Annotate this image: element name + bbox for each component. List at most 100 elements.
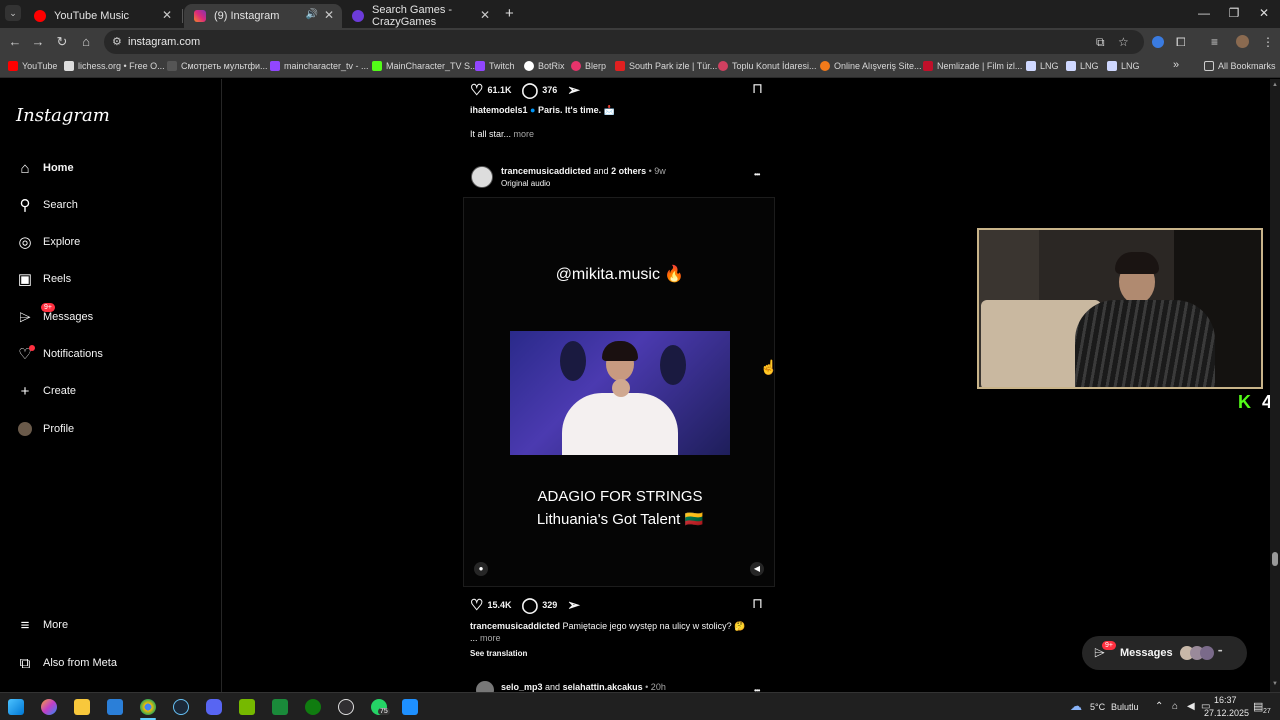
- bookmark-item[interactable]: South Park izle | Tür...: [615, 61, 717, 71]
- file-explorer-icon[interactable]: [74, 699, 90, 715]
- sidebar-item-create[interactable]: + Create: [16, 382, 76, 400]
- close-tab-icon[interactable]: ✕: [162, 8, 172, 22]
- sidebar-item-search[interactable]: ⚲ Search: [16, 196, 78, 214]
- sidebar-item-profile[interactable]: Profile: [16, 420, 74, 438]
- clock-time[interactable]: 16:37: [1214, 695, 1237, 705]
- more-link[interactable]: more: [514, 129, 535, 139]
- bookmark-item[interactable]: Toplu Konut İdaresi...: [718, 61, 817, 71]
- tab-crazygames[interactable]: Search Games - CrazyGames ✕: [342, 4, 498, 28]
- reload-icon[interactable]: ↻: [54, 34, 70, 50]
- comment-icon[interactable]: ◯: [521, 596, 538, 614]
- home-browser-icon[interactable]: ⌂: [78, 34, 94, 49]
- post-username[interactable]: ihatemodels1: [470, 105, 528, 115]
- tab-instagram[interactable]: (9) Instagram 🔊 ✕: [184, 4, 342, 28]
- reel-video[interactable]: @mikita.music 🔥 ADAGIO FOR STRINGS Lithu…: [463, 197, 775, 587]
- bookmark-item[interactable]: Nemlizade | Film izl...: [923, 61, 1022, 71]
- tagged-users-icon[interactable]: ●: [474, 562, 488, 576]
- bookmarks-overflow-icon[interactable]: »: [1173, 59, 1179, 71]
- steam-icon[interactable]: [173, 699, 189, 715]
- bookmark-item[interactable]: BotRix: [524, 61, 565, 71]
- restore-icon[interactable]: ❐: [1224, 6, 1244, 20]
- like-icon[interactable]: ♡: [470, 81, 483, 99]
- minimize-icon[interactable]: —: [1194, 6, 1214, 20]
- tab-search-button[interactable]: ⌄: [5, 5, 21, 21]
- bookmark-item[interactable]: Смотреть мультфи...: [167, 61, 268, 71]
- sidebar-item-home[interactable]: ⌂ Home: [16, 159, 73, 177]
- network-app-icon[interactable]: [402, 699, 418, 715]
- bookmark-item[interactable]: maincharacter_tv - ...: [270, 61, 369, 71]
- sidebar-item-notifications[interactable]: ♡ Notifications: [16, 345, 103, 363]
- sidebar-item-messages[interactable]: ⌲ 9+ Messages: [16, 303, 93, 326]
- messages-pill[interactable]: ⌲ 9+ Messages •••: [1082, 636, 1247, 670]
- bookmark-item[interactable]: LNG: [1066, 61, 1099, 71]
- save-icon[interactable]: ⊓: [752, 80, 763, 97]
- back-icon[interactable]: ←: [7, 34, 23, 49]
- more-link[interactable]: more: [480, 633, 501, 643]
- share-icon[interactable]: ➢: [567, 596, 580, 614]
- bookmark-item[interactable]: LNG: [1026, 61, 1059, 71]
- clock-date[interactable]: 27.12.2025: [1204, 708, 1249, 718]
- weather-text[interactable]: Bulutlu: [1111, 702, 1139, 712]
- close-window-icon[interactable]: ✕: [1254, 6, 1274, 20]
- bookmark-item[interactable]: Twitch: [475, 61, 515, 71]
- extension-icon[interactable]: [1152, 36, 1164, 48]
- windows-start-icon[interactable]: [8, 699, 24, 715]
- bookmark-item[interactable]: MainCharacter_TV S...: [372, 61, 478, 71]
- volume-icon[interactable]: ◀: [750, 562, 764, 576]
- profile-avatar[interactable]: [1236, 35, 1249, 48]
- obs-icon[interactable]: [338, 699, 354, 715]
- network-icon[interactable]: ⌂: [1172, 701, 1178, 712]
- save-icon[interactable]: ⊓: [752, 595, 763, 612]
- comment-icon[interactable]: ◯: [521, 81, 538, 99]
- share-icon[interactable]: ➢: [567, 81, 580, 99]
- bookmark-star-icon[interactable]: ☆: [1118, 35, 1129, 49]
- like-icon[interactable]: ♡: [470, 596, 483, 614]
- app-green-icon[interactable]: [272, 699, 288, 715]
- bookmark-item[interactable]: Online Alışveriş Site...: [820, 61, 922, 71]
- coauthors-link[interactable]: 2 others: [611, 166, 646, 176]
- audio-label[interactable]: Original audio: [501, 179, 550, 188]
- sidebar-item-reels[interactable]: ▣ Reels: [16, 270, 71, 288]
- see-translation-link[interactable]: See translation: [470, 649, 527, 658]
- install-app-icon[interactable]: ⧉: [1096, 35, 1105, 50]
- post-author[interactable]: selo_mp3: [501, 682, 543, 692]
- tray-chevron-icon[interactable]: ⌃: [1155, 701, 1163, 712]
- extensions-puzzle-icon[interactable]: ⧠: [1176, 35, 1186, 50]
- browser-menu-icon[interactable]: ⋮: [1262, 35, 1274, 49]
- notification-center-icon[interactable]: ▤: [1253, 700, 1263, 713]
- scrollbar-thumb[interactable]: [1272, 552, 1278, 566]
- bookmark-item[interactable]: YouTube: [8, 61, 57, 71]
- sidebar-item-also-from-meta[interactable]: ⧉ Also from Meta: [16, 654, 117, 672]
- copilot-icon[interactable]: [41, 699, 57, 715]
- bookmark-item[interactable]: LNG: [1107, 61, 1140, 71]
- post-avatar[interactable]: [476, 681, 494, 692]
- forward-icon[interactable]: →: [30, 34, 46, 49]
- xbox-icon[interactable]: [305, 699, 321, 715]
- close-tab-icon[interactable]: ✕: [480, 8, 490, 22]
- post-avatar[interactable]: [471, 166, 493, 188]
- chrome-icon[interactable]: [140, 699, 156, 715]
- bookmark-item[interactable]: Blerp: [571, 61, 606, 71]
- store-icon[interactable]: [107, 699, 123, 715]
- url-text[interactable]: instagram.com: [128, 36, 200, 48]
- nvidia-icon[interactable]: [239, 699, 255, 715]
- new-tab-button[interactable]: +: [505, 5, 514, 22]
- tab-youtube-music[interactable]: YouTube Music ✕: [24, 4, 180, 28]
- post-menu-icon[interactable]: •••: [754, 170, 760, 179]
- speaker-icon[interactable]: 🔊: [306, 9, 318, 20]
- post-username[interactable]: trancemusicaddicted: [470, 621, 560, 631]
- volume-tray-icon[interactable]: ◀: [1187, 701, 1195, 712]
- all-bookmarks[interactable]: All Bookmarks: [1204, 61, 1276, 71]
- sidebar-item-more[interactable]: ≡ More: [16, 616, 68, 634]
- coauthor-link[interactable]: selahattin.akcakus: [563, 682, 643, 692]
- discord-icon[interactable]: [206, 699, 222, 715]
- sidebar-item-explore[interactable]: ◎ Explore: [16, 233, 80, 251]
- instagram-logo[interactable]: Instagram: [16, 105, 110, 126]
- site-info-icon[interactable]: ⚙: [112, 35, 122, 48]
- close-tab-icon[interactable]: ✕: [324, 8, 334, 22]
- weather-temp[interactable]: 5°C: [1090, 702, 1105, 712]
- media-control-icon[interactable]: ≡: [1211, 35, 1218, 49]
- page-scrollbar[interactable]: ▲ ▼: [1270, 79, 1280, 692]
- post-author[interactable]: trancemusicaddicted: [501, 166, 591, 176]
- address-bar[interactable]: ⚙ instagram.com: [104, 30, 1144, 54]
